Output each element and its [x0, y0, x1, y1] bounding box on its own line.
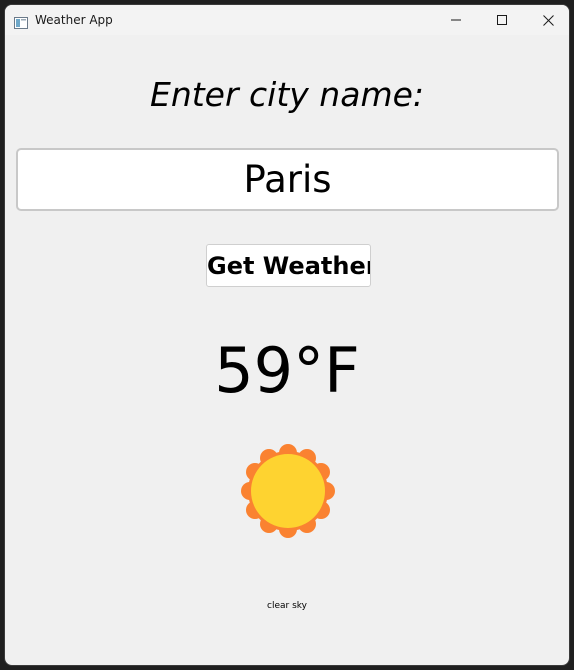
app-window-icon [14, 14, 28, 29]
weather-description: clear sky [267, 601, 307, 611]
close-button[interactable] [525, 5, 569, 35]
city-input[interactable] [16, 148, 559, 211]
title-bar[interactable]: Weather App [5, 5, 569, 35]
window-title: Weather App [35, 13, 113, 27]
minimize-button[interactable] [433, 5, 479, 35]
app-window: Weather App Enter city name: Get Weather… [4, 4, 570, 666]
maximize-icon [497, 15, 507, 25]
get-weather-button[interactable]: Get Weather [206, 244, 371, 287]
sun-icon [238, 441, 338, 541]
temperature-readout: 59°F [214, 334, 360, 407]
city-prompt-label: Enter city name: [149, 75, 425, 114]
minimize-icon [451, 19, 461, 21]
maximize-button[interactable] [479, 5, 525, 35]
close-icon [542, 14, 554, 26]
